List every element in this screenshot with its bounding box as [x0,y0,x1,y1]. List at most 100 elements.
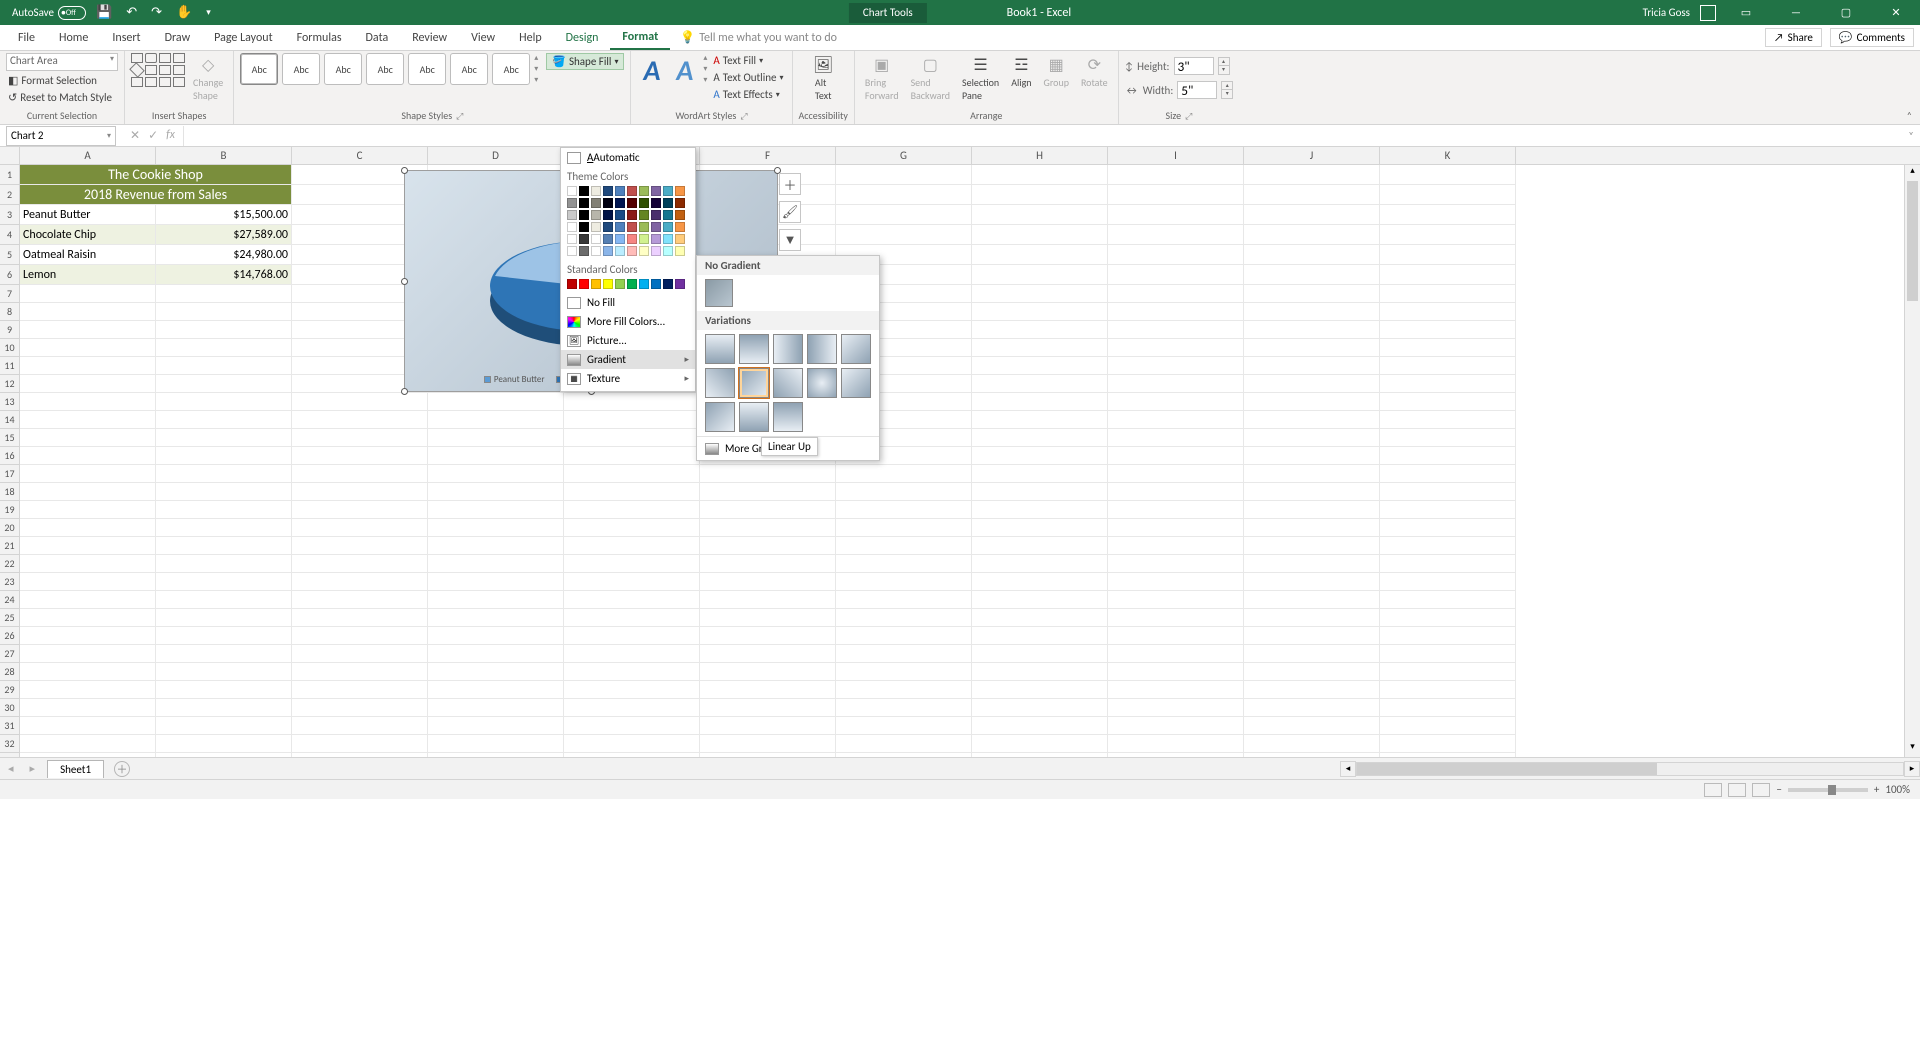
row-header[interactable]: 10 [0,339,20,357]
cell[interactable] [700,609,836,627]
color-swatch[interactable] [579,210,589,220]
cell[interactable] [1380,501,1516,519]
cell[interactable] [292,591,428,609]
color-swatch[interactable] [627,234,637,244]
gradient-variation[interactable] [807,334,837,364]
row-header[interactable]: 4 [0,225,20,245]
row-header[interactable]: 27 [0,645,20,663]
cell[interactable] [428,627,564,645]
cell[interactable] [1108,663,1244,681]
cell[interactable] [1108,609,1244,627]
gradient-variation[interactable] [807,368,837,398]
cell[interactable] [428,681,564,699]
cell[interactable] [564,627,700,645]
cell[interactable] [1244,339,1380,357]
cell[interactable] [1244,609,1380,627]
cell[interactable] [972,483,1108,501]
wordart-preset[interactable]: A [670,53,699,88]
column-header[interactable]: A [20,147,156,164]
cell[interactable] [1244,357,1380,375]
color-swatch[interactable] [627,198,637,208]
cell[interactable] [972,357,1108,375]
cell[interactable] [1380,699,1516,717]
row-header[interactable]: 5 [0,245,20,265]
color-swatch[interactable] [627,222,637,232]
color-swatch[interactable] [663,186,673,196]
cell[interactable] [972,265,1108,285]
color-swatch[interactable] [627,279,637,289]
cell[interactable] [292,663,428,681]
cell[interactable] [700,627,836,645]
cell[interactable] [20,501,156,519]
cell[interactable] [292,717,428,735]
row-header[interactable]: 33 [0,753,20,757]
cell[interactable] [292,501,428,519]
color-swatch[interactable] [651,246,661,256]
share-button[interactable]: ↗Share [1765,28,1822,47]
cell[interactable] [1244,285,1380,303]
cell[interactable] [428,447,564,465]
cell[interactable] [1108,573,1244,591]
cell[interactable]: $14,768.00 [156,265,292,285]
row-header[interactable]: 30 [0,699,20,717]
cell[interactable] [1244,447,1380,465]
color-swatch[interactable] [579,279,589,289]
cell[interactable] [972,699,1108,717]
color-swatch[interactable] [567,279,577,289]
sheet-tab[interactable]: Sheet1 [47,760,104,778]
color-swatch[interactable] [615,210,625,220]
cell[interactable] [700,573,836,591]
alt-text-button[interactable]: 🖼 Alt Text [809,53,837,104]
cell[interactable] [1108,699,1244,717]
tab-review[interactable]: Review [400,27,459,49]
color-swatch[interactable] [579,222,589,232]
cell[interactable] [20,285,156,303]
cell[interactable] [1244,321,1380,339]
ribbon-display-options-icon[interactable]: ▭ [1726,0,1766,25]
color-swatch[interactable] [627,246,637,256]
gradient-variation[interactable] [705,368,735,398]
formula-bar-expand-icon[interactable]: ˅ [1902,129,1920,142]
cell[interactable] [1108,519,1244,537]
cell[interactable] [1380,717,1516,735]
cell[interactable] [700,501,836,519]
text-outline-button[interactable]: AText Outline▾ [711,70,785,85]
cell[interactable] [836,645,972,663]
cell[interactable] [1108,393,1244,411]
cell[interactable] [292,753,428,757]
color-swatch[interactable] [615,198,625,208]
cell[interactable] [700,591,836,609]
cell[interactable] [1380,285,1516,303]
cell[interactable] [292,609,428,627]
cell[interactable] [292,699,428,717]
user-avatar-icon[interactable] [1700,5,1716,21]
zoom-level[interactable]: 100% [1885,783,1910,796]
cell[interactable] [20,357,156,375]
color-swatch[interactable] [639,186,649,196]
cell[interactable] [700,465,836,483]
wordart-preset[interactable]: A [637,53,666,88]
color-swatch[interactable] [675,198,685,208]
cell[interactable] [972,375,1108,393]
column-header[interactable]: D [428,147,564,164]
shape-style-preset[interactable]: Abc [408,53,446,85]
cell[interactable] [564,465,700,483]
gallery-more-icon[interactable]: ▾ [534,75,538,85]
resize-handle[interactable] [401,388,408,395]
cell[interactable] [1244,501,1380,519]
row-header[interactable]: 1 [0,165,20,185]
cell[interactable] [700,717,836,735]
cell[interactable] [292,429,428,447]
row-header[interactable]: 11 [0,357,20,375]
color-swatch[interactable] [579,234,589,244]
gradient-variation[interactable] [773,402,803,432]
cell[interactable] [428,573,564,591]
cell[interactable] [1108,537,1244,555]
cell[interactable] [564,663,700,681]
cell[interactable] [1244,627,1380,645]
chart-filters-button[interactable]: ▼ [779,229,801,251]
autosave-toggle[interactable]: ● Off [58,6,86,20]
cell[interactable] [972,411,1108,429]
tab-data[interactable]: Data [354,27,401,49]
cell[interactable] [428,501,564,519]
